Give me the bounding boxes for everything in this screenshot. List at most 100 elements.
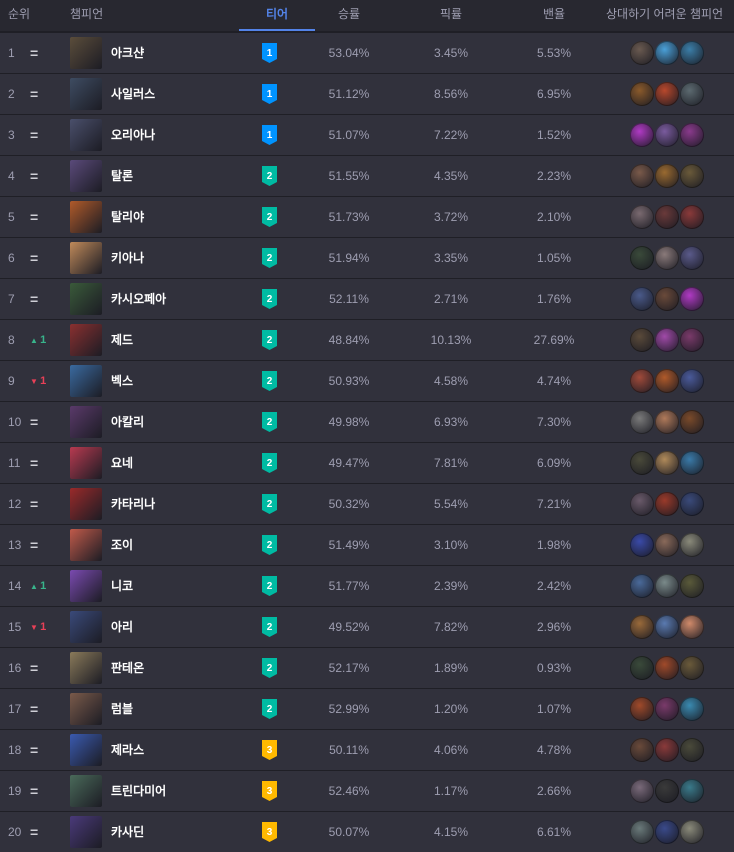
counter-champion-avatar[interactable] <box>655 697 679 721</box>
champion-portrait[interactable] <box>70 529 102 561</box>
champion-name[interactable]: 키아나 <box>111 238 144 278</box>
champion-portrait[interactable] <box>70 365 102 397</box>
counter-champion-avatar[interactable] <box>680 328 704 352</box>
champion-portrait[interactable] <box>70 775 102 807</box>
champion-name[interactable]: 탈리야 <box>111 197 144 237</box>
table-row[interactable]: 19 = 트린다미어 3 52.46% 1.17% 2.66% <box>0 770 734 811</box>
table-row[interactable]: 12 = 카타리나 2 50.32% 5.54% 7.21% <box>0 483 734 524</box>
counter-champion-avatar[interactable] <box>655 410 679 434</box>
champion-name[interactable]: 요네 <box>111 443 133 483</box>
counter-champion-avatar[interactable] <box>680 246 704 270</box>
counter-champion-avatar[interactable] <box>680 41 704 65</box>
table-row[interactable]: 7 = 카시오페아 2 52.11% 2.71% 1.76% <box>0 278 734 319</box>
champion-portrait[interactable] <box>70 734 102 766</box>
header-tier[interactable]: 티어 <box>239 0 315 31</box>
champion-portrait[interactable] <box>70 324 102 356</box>
champion-name[interactable]: 니코 <box>111 566 133 606</box>
counter-champion-avatar[interactable] <box>680 779 704 803</box>
counter-champion-avatar[interactable] <box>630 82 654 106</box>
champion-name[interactable]: 벡스 <box>111 361 133 401</box>
champion-portrait[interactable] <box>70 652 102 684</box>
counter-champion-avatar[interactable] <box>655 451 679 475</box>
champion-portrait[interactable] <box>70 816 102 848</box>
header-pick-rate[interactable]: 픽률 <box>440 0 462 31</box>
champion-name[interactable]: 탈론 <box>111 156 133 196</box>
champion-portrait[interactable] <box>70 242 102 274</box>
counter-champion-avatar[interactable] <box>630 164 654 188</box>
champion-portrait[interactable] <box>70 160 102 192</box>
counter-champion-avatar[interactable] <box>680 123 704 147</box>
counter-champion-avatar[interactable] <box>680 533 704 557</box>
counter-champion-avatar[interactable] <box>630 820 654 844</box>
table-row[interactable]: 9 ▼ 1 벡스 2 50.93% 4.58% 4.74% <box>0 360 734 401</box>
header-rank[interactable]: 순위 <box>8 0 30 31</box>
counter-champion-avatar[interactable] <box>680 656 704 680</box>
counter-champion-avatar[interactable] <box>680 820 704 844</box>
counter-champion-avatar[interactable] <box>655 779 679 803</box>
counter-champion-avatar[interactable] <box>655 205 679 229</box>
champion-name[interactable]: 오리아나 <box>111 115 155 155</box>
counter-champion-avatar[interactable] <box>680 615 704 639</box>
counter-champion-avatar[interactable] <box>630 656 654 680</box>
table-row[interactable]: 5 = 탈리야 2 51.73% 3.72% 2.10% <box>0 196 734 237</box>
counter-champion-avatar[interactable] <box>655 820 679 844</box>
counter-champion-avatar[interactable] <box>680 410 704 434</box>
counter-champion-avatar[interactable] <box>680 369 704 393</box>
table-row[interactable]: 14 ▲ 1 니코 2 51.77% 2.39% 2.42% <box>0 565 734 606</box>
table-row[interactable]: 10 = 아칼리 2 49.98% 6.93% 7.30% <box>0 401 734 442</box>
champion-portrait[interactable] <box>70 447 102 479</box>
counter-champion-avatar[interactable] <box>655 615 679 639</box>
table-row[interactable]: 1 = 아크샨 1 53.04% 3.45% 5.53% <box>0 32 734 73</box>
counter-champion-avatar[interactable] <box>655 492 679 516</box>
counter-champion-avatar[interactable] <box>655 123 679 147</box>
champion-name[interactable]: 카사딘 <box>111 812 144 852</box>
counter-champion-avatar[interactable] <box>630 123 654 147</box>
counter-champion-avatar[interactable] <box>655 82 679 106</box>
table-row[interactable]: 8 ▲ 1 제드 2 48.84% 10.13% 27.69% <box>0 319 734 360</box>
champion-portrait[interactable] <box>70 119 102 151</box>
counter-champion-avatar[interactable] <box>655 246 679 270</box>
counter-champion-avatar[interactable] <box>630 574 654 598</box>
champion-name[interactable]: 카시오페아 <box>111 279 166 319</box>
table-row[interactable]: 13 = 조이 2 51.49% 3.10% 1.98% <box>0 524 734 565</box>
champion-name[interactable]: 판테온 <box>111 648 144 688</box>
counter-champion-avatar[interactable] <box>680 287 704 311</box>
champion-portrait[interactable] <box>70 488 102 520</box>
champion-portrait[interactable] <box>70 37 102 69</box>
champion-portrait[interactable] <box>70 570 102 602</box>
champion-name[interactable]: 제라스 <box>111 730 144 770</box>
counter-champion-avatar[interactable] <box>630 492 654 516</box>
champion-portrait[interactable] <box>70 283 102 315</box>
champion-portrait[interactable] <box>70 611 102 643</box>
counter-champion-avatar[interactable] <box>655 328 679 352</box>
counter-champion-avatar[interactable] <box>655 533 679 557</box>
table-row[interactable]: 3 = 오리아나 1 51.07% 7.22% 1.52% <box>0 114 734 155</box>
counter-champion-avatar[interactable] <box>680 697 704 721</box>
header-champion[interactable]: 챔피언 <box>70 0 103 31</box>
counter-champion-avatar[interactable] <box>655 287 679 311</box>
counter-champion-avatar[interactable] <box>630 369 654 393</box>
champion-name[interactable]: 제드 <box>111 320 133 360</box>
table-row[interactable]: 20 = 카사딘 3 50.07% 4.15% 6.61% <box>0 811 734 852</box>
table-row[interactable]: 16 = 판테온 2 52.17% 1.89% 0.93% <box>0 647 734 688</box>
counter-champion-avatar[interactable] <box>630 41 654 65</box>
counter-champion-avatar[interactable] <box>630 533 654 557</box>
counter-champion-avatar[interactable] <box>630 697 654 721</box>
champion-portrait[interactable] <box>70 406 102 438</box>
champion-name[interactable]: 럼블 <box>111 689 133 729</box>
table-row[interactable]: 15 ▼ 1 아리 2 49.52% 7.82% 2.96% <box>0 606 734 647</box>
table-row[interactable]: 18 = 제라스 3 50.11% 4.06% 4.78% <box>0 729 734 770</box>
champion-portrait[interactable] <box>70 201 102 233</box>
table-row[interactable]: 4 = 탈론 2 51.55% 4.35% 2.23% <box>0 155 734 196</box>
counter-champion-avatar[interactable] <box>630 615 654 639</box>
champion-name[interactable]: 아리 <box>111 607 133 647</box>
champion-name[interactable]: 카타리나 <box>111 484 155 524</box>
counter-champion-avatar[interactable] <box>680 738 704 762</box>
champion-portrait[interactable] <box>70 78 102 110</box>
table-row[interactable]: 17 = 럼블 2 52.99% 1.20% 1.07% <box>0 688 734 729</box>
counter-champion-avatar[interactable] <box>630 205 654 229</box>
table-row[interactable]: 11 = 요네 2 49.47% 7.81% 6.09% <box>0 442 734 483</box>
table-row[interactable]: 6 = 키아나 2 51.94% 3.35% 1.05% <box>0 237 734 278</box>
champion-name[interactable]: 아크샨 <box>111 33 144 73</box>
counter-champion-avatar[interactable] <box>655 656 679 680</box>
